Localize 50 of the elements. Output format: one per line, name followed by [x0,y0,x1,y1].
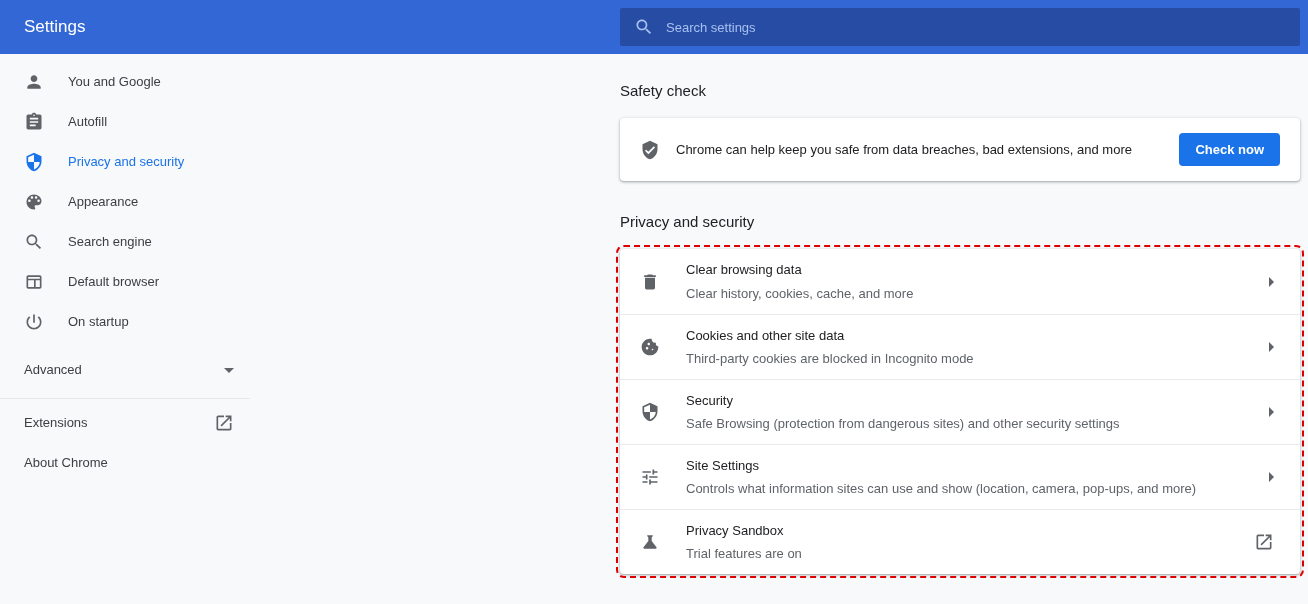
dropdown-caret-icon [224,367,234,373]
cookie-icon [640,337,660,357]
settings-row[interactable]: Privacy Sandbox Trial features are on [620,509,1300,574]
chevron-right-icon [1269,472,1274,482]
row-title: Clear browsing data [686,261,803,279]
chevron-right-icon [1269,276,1274,287]
section-heading: Privacy and security [620,212,756,232]
safety-check-text: Chrome can help keep you safe from data breaches, bad extensions, and more [676,140,1133,159]
sliders-icon [640,467,660,487]
row-subtitle: Third-party cookies are blocked in Incognito mode [686,350,975,368]
sidebar-link[interactable]: Extensions [0,403,250,443]
row-subtitle: Controls what information sites can use and show (location, camera, pop-ups, and more) [686,480,1198,498]
row-subtitle: Safe Browsing (protection from dangerous sites) and other security settings [686,415,1121,433]
row-title: Site Settings [686,456,760,475]
row-subtitle: Trial features are on [686,545,803,563]
shield-icon [24,152,44,172]
palette-icon [24,192,44,212]
row-title: Cookies and other site data [686,326,846,345]
section-heading: Safety check [620,81,707,101]
sidebar-item[interactable]: On startup [0,302,250,342]
sidebar-item[interactable]: Default browser [0,262,250,302]
external-link-icon [1254,532,1274,552]
flask-icon [640,532,660,552]
shield-check-icon [640,139,660,160]
external-link-icon [214,413,234,433]
shield-icon [640,402,660,422]
settings-row[interactable]: Clear browsing data Clear history, cookies, cache, and more [620,249,1300,314]
check-now-button[interactable]: Check now [1179,132,1280,167]
page-title: Settings [24,16,87,39]
sidebar-item[interactable]: Autofill [0,102,250,142]
power-icon [24,312,44,332]
settings-row[interactable]: Cookies and other site data Third-party cookies are blocked in Incognito mode [620,314,1300,379]
sidebar-link[interactable]: About Chrome [0,443,250,483]
search-icon [634,17,654,37]
settings-row[interactable]: Security Safe Browsing (protection from dangerous sites) and other security settings [620,379,1300,444]
browser-window-icon [24,272,44,292]
sidebar-item[interactable]: You and Google [0,62,250,102]
sidebar-item[interactable]: Appearance [0,182,250,222]
settings-row[interactable]: Site Settings Controls what information sites can use and show (location, camera, pop-ups, and more) [620,444,1300,509]
row-title: Security [686,391,734,410]
chevron-right-icon [1269,342,1274,352]
search-icon [24,232,44,252]
row-subtitle: Clear history, cookies, cache, and more [686,284,915,303]
sidebar-item[interactable]: Search engine [0,222,250,262]
sidebar-item[interactable]: Privacy and security [0,142,250,182]
search-field[interactable]: Search settings [620,8,1300,46]
advanced-toggle[interactable]: Advanced [0,350,250,390]
clipboard-icon [24,112,44,132]
chevron-right-icon [1269,407,1274,417]
row-title: Privacy Sandbox [686,521,785,540]
